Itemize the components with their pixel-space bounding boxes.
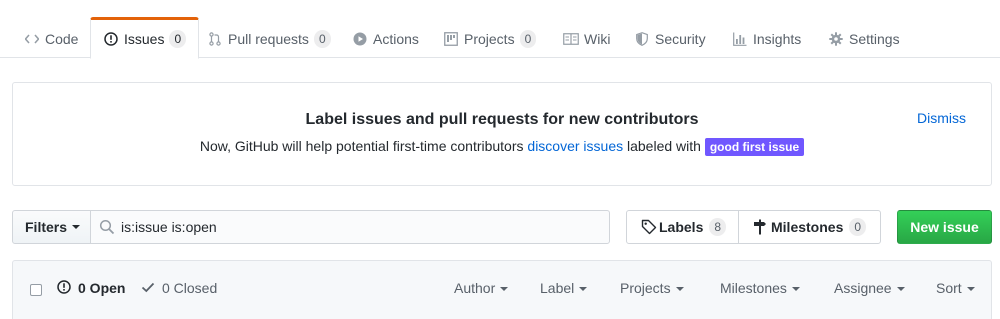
gear-icon [828, 31, 844, 47]
label-filter-label: Label [540, 280, 575, 296]
tab-pull-requests[interactable]: Pull requests 0 [195, 18, 343, 59]
author-filter-label: Author [454, 280, 496, 296]
tab-label: Settings [849, 30, 900, 47]
caret-down-icon [579, 287, 588, 292]
tab-security[interactable]: Security [622, 18, 718, 59]
tab-label: Pull requests [228, 30, 309, 47]
tab-label: Projects [464, 30, 515, 47]
discover-issues-link[interactable]: discover issues [527, 138, 623, 154]
banner-title: Label issues and pull requests for new c… [305, 111, 699, 128]
tag-icon [641, 219, 657, 235]
issue-opened-icon [57, 280, 73, 296]
projects-filter-label: Projects [620, 280, 671, 296]
closed-issues-filter[interactable]: 0 Closed [141, 280, 217, 296]
milestones-button[interactable]: Milestones 0 [738, 210, 881, 244]
tab-settings[interactable]: Settings [816, 18, 912, 59]
caret-down-icon [72, 225, 81, 229]
tab-label: Code [45, 30, 79, 47]
banner-text: Now, GitHub will help potential first-ti… [13, 138, 991, 156]
tab-label: Actions [373, 30, 419, 47]
new-contributors-banner: Label issues and pull requests for new c… [12, 82, 992, 186]
milestone-icon [753, 219, 769, 235]
labels-label: Labels [659, 219, 704, 235]
issue-search-field[interactable] [90, 210, 610, 244]
author-filter-dropdown[interactable]: Author [454, 280, 509, 296]
graph-icon [732, 31, 748, 47]
git-pull-request-icon [207, 31, 223, 47]
milestones-count-badge: 0 [849, 218, 867, 236]
new-issue-button[interactable]: New issue [897, 210, 992, 244]
caret-down-icon [500, 287, 509, 292]
check-icon [141, 280, 157, 296]
issue-opened-icon [103, 31, 119, 47]
tab-issues[interactable]: Issues 0 [90, 17, 200, 59]
milestones-filter-label: Milestones [720, 280, 787, 296]
milestones-label: Milestones [771, 219, 844, 235]
dismiss-button[interactable]: Dismiss [917, 110, 966, 126]
filters-dropdown-button[interactable]: Filters [12, 210, 91, 244]
tab-insights[interactable]: Insights [720, 18, 813, 59]
filters-label: Filters [25, 219, 68, 235]
caret-down-icon [675, 287, 684, 292]
tab-wiki[interactable]: Wiki [551, 18, 622, 59]
pull-requests-count-badge: 0 [313, 29, 331, 48]
caret-down-icon [791, 287, 800, 292]
banner-text-start: Now, GitHub will help potential first-ti… [199, 138, 528, 154]
caret-down-icon [896, 287, 905, 292]
sort-label: Sort [936, 280, 962, 296]
tab-code[interactable]: Code [12, 18, 90, 59]
issues-table-header: 0 Open 0 Closed Author Label Projects Mi… [12, 260, 992, 319]
tab-projects[interactable]: Projects 0 [431, 18, 548, 59]
issues-count-badge: 0 [169, 30, 187, 48]
labels-button[interactable]: Labels 8 [626, 210, 739, 244]
caret-down-icon [966, 287, 975, 292]
tab-label: Insights [753, 30, 802, 47]
tab-actions[interactable]: Actions [340, 18, 431, 59]
shield-icon [634, 31, 650, 47]
select-all-checkbox[interactable] [30, 284, 42, 296]
code-icon [24, 31, 40, 47]
projects-filter-dropdown[interactable]: Projects [620, 280, 684, 296]
good-first-issue-label[interactable]: good first issue [704, 138, 805, 156]
tab-label: Security [655, 30, 706, 47]
labels-count-badge: 8 [709, 218, 727, 236]
tab-label: Wiki [584, 30, 611, 47]
book-icon [563, 31, 579, 47]
assignee-filter-label: Assignee [834, 280, 892, 296]
repo-tab-nav: Code Issues 0 Pull requests 0 Actions Pr… [0, 0, 1000, 59]
search-icon [99, 219, 115, 235]
project-icon [443, 31, 459, 47]
open-count-label: 0 Open [78, 280, 126, 296]
closed-count-label: 0 Closed [162, 280, 218, 296]
tab-label: Issues [124, 31, 165, 47]
search-input[interactable] [121, 219, 601, 235]
sort-dropdown[interactable]: Sort [936, 280, 975, 296]
milestones-filter-dropdown[interactable]: Milestones [720, 280, 800, 296]
assignee-filter-dropdown[interactable]: Assignee [834, 280, 905, 296]
open-issues-filter[interactable]: 0 Open [57, 280, 125, 296]
play-icon [352, 31, 368, 47]
label-filter-dropdown[interactable]: Label [540, 280, 588, 296]
projects-count-badge: 0 [519, 29, 537, 48]
banner-text-middle: labeled with [623, 138, 705, 154]
